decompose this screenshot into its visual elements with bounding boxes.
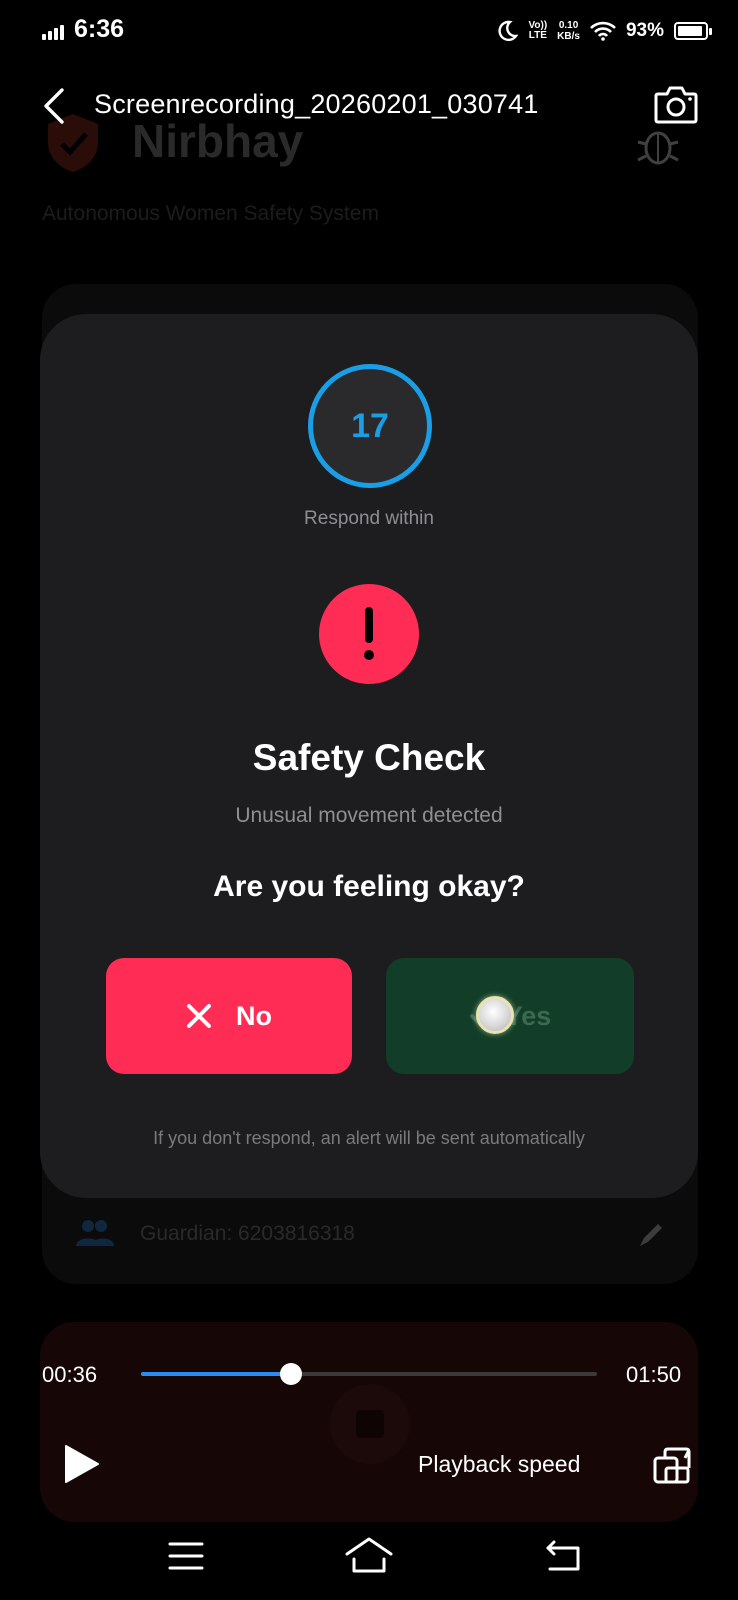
home-icon[interactable] <box>344 1536 394 1574</box>
dialog-subtitle: Unusual movement detected <box>235 804 503 827</box>
app-name: Nirbhay <box>132 115 304 167</box>
camera-icon[interactable] <box>654 84 698 124</box>
countdown-value: 17 <box>351 406 389 445</box>
battery-icon <box>674 22 712 40</box>
yes-button[interactable]: Yes <box>386 958 634 1074</box>
network-speed: 0.10 KB/s <box>557 20 580 42</box>
back-arrow-icon[interactable] <box>38 86 74 126</box>
no-button[interactable]: No <box>106 958 352 1074</box>
dialog-question: Are you feeling okay? <box>213 870 525 903</box>
guardian-label: Guardian: 6203816318 <box>140 1222 355 1245</box>
close-icon <box>187 1004 211 1028</box>
auto-alert-notice: If you don't respond, an alert will be s… <box>153 1128 585 1148</box>
signal-icon <box>42 24 68 40</box>
exclamation-icon <box>319 584 419 684</box>
no-button-label: No <box>236 1000 272 1031</box>
battery-fill <box>678 26 702 36</box>
countdown-label: Respond within <box>304 508 434 529</box>
back-icon[interactable] <box>544 1538 582 1572</box>
status-bar: 6:36 Vo)) LTE 0.10 KB/s 93% <box>0 0 738 62</box>
safety-check-dialog: 17 Respond within Safety Check Unusual m… <box>40 314 698 1198</box>
battery-percent: 93% <box>625 20 664 41</box>
app-tagline: Autonomous Women Safety System <box>42 202 379 225</box>
playback-speed-button[interactable]: Playback speed <box>418 1451 580 1478</box>
total-time: 01:50 <box>626 1362 682 1387</box>
play-icon[interactable] <box>62 1444 102 1484</box>
network-type: Vo)) LTE <box>528 20 548 41</box>
people-icon <box>76 1220 114 1246</box>
current-time: 00:36 <box>42 1362 98 1387</box>
status-right: Vo)) LTE 0.10 KB/s 93% <box>496 14 712 48</box>
recording-filename: Screenrecording_20260201_030741 <box>94 89 539 119</box>
countdown-timer: 17 <box>308 364 432 488</box>
touch-indicator <box>476 996 514 1034</box>
rotate-screen-icon[interactable] <box>652 1446 692 1484</box>
edit-icon <box>640 1224 662 1246</box>
moon-icon <box>498 20 519 42</box>
wifi-icon <box>590 21 616 41</box>
stop-icon <box>330 1384 410 1464</box>
seek-progress <box>141 1372 292 1376</box>
menu-icon[interactable] <box>168 1541 204 1571</box>
seek-bar[interactable] <box>141 1363 597 1385</box>
status-time: 6:36 <box>74 15 125 43</box>
bug-icon <box>637 131 679 165</box>
dialog-title: Safety Check <box>252 737 486 778</box>
